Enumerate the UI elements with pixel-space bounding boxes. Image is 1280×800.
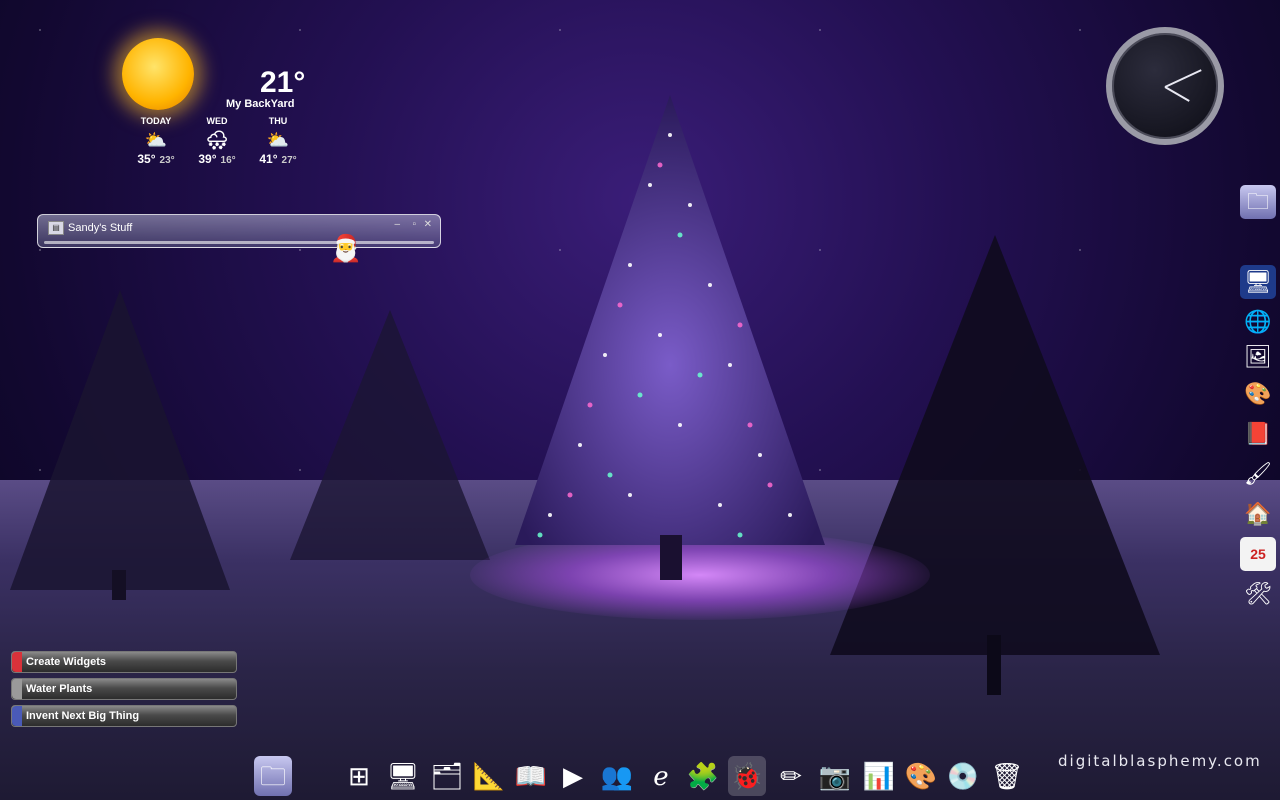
forecast-thu: THU ⛅ 41° 27° — [248, 116, 308, 166]
red-book-icon[interactable]: 📕 — [1240, 417, 1276, 451]
photo-camera-icon[interactable]: 📷 — [816, 756, 854, 796]
clock-hour-hand — [1164, 86, 1190, 102]
media-player-icon[interactable]: ▶ — [554, 756, 592, 796]
color-palette-icon[interactable]: 🎨 — [902, 756, 940, 796]
forecast-today: TODAY ⛅ 35° 23° — [126, 116, 186, 166]
minimize-icon[interactable]: – — [394, 219, 400, 230]
task-color-tab — [12, 679, 22, 699]
music-disc-icon[interactable]: 💿 — [944, 756, 982, 796]
santa-icon[interactable]: 🎅 — [328, 228, 364, 268]
s-monitor-icon[interactable]: 🖥 — [1240, 265, 1276, 299]
compass-icon[interactable]: 📐 — [470, 756, 508, 796]
partly-sunny-icon: ⛅ — [144, 130, 168, 150]
weather-widget[interactable]: 21° My BackYard TODAY ⛅ 35° 23° WED 🌨 39°… — [110, 30, 320, 180]
ladybug-icon[interactable]: 🐞 — [728, 756, 766, 796]
task-water-plants[interactable]: Water Plants — [11, 678, 237, 700]
pine-tree-left-2 — [290, 310, 490, 560]
forecast-day: WED — [206, 116, 228, 126]
forecast-low: 16° — [220, 155, 236, 166]
pine-tree-left — [10, 290, 230, 600]
folder-icon[interactable]: 🗀 — [254, 756, 292, 796]
sun-icon — [122, 38, 194, 110]
task-invent-next-big-thing[interactable]: Invent Next Big Thing — [11, 705, 237, 727]
app-window-icon: ▤ — [48, 221, 64, 235]
brand-watermark: digitalblasphemy.com — [1058, 752, 1262, 770]
pine-tree-right — [830, 235, 1160, 695]
task-color-tab — [12, 706, 22, 726]
weather-location: My BackYard — [226, 98, 295, 110]
network-globe-icon[interactable]: 🌐 — [1240, 305, 1276, 339]
puzzle-icon[interactable]: 🧩 — [684, 756, 722, 796]
forecast-low: 23° — [159, 155, 175, 166]
paint-palette-icon[interactable]: 🎨 — [1240, 377, 1276, 411]
task-label: Water Plants — [26, 683, 93, 695]
task-color-tab — [12, 652, 22, 672]
maximize-icon[interactable]: ▫ — [412, 219, 416, 230]
task-label: Create Widgets — [26, 656, 106, 668]
messenger-people-icon[interactable]: 👥 — [598, 756, 636, 796]
task-create-widgets[interactable]: Create Widgets — [11, 651, 237, 673]
paint-picture-icon[interactable]: 🖌 — [1240, 457, 1276, 491]
forecast-day: THU — [268, 116, 288, 126]
blue-tools-icon[interactable]: 🛠 — [1240, 577, 1276, 611]
forecast-low: 27° — [281, 155, 297, 166]
forecast-high: 39° — [198, 152, 217, 166]
photo-frame-icon[interactable]: 🏠 — [1240, 497, 1276, 531]
monitor-icon[interactable]: 🖥 — [384, 756, 422, 796]
forecast-day: TODAY — [140, 116, 172, 126]
internet-explorer-icon[interactable]: ℯ — [642, 756, 680, 796]
progress-bar — [44, 241, 434, 244]
sandys-stuff-widget[interactable]: ▤ Sandy's Stuff – ▫ ✕ — [37, 214, 441, 248]
forecast-high: 41° — [259, 152, 278, 166]
clock-minute-hand — [1164, 69, 1202, 88]
chart-icon[interactable]: 📊 — [860, 756, 898, 796]
partly-sunny-icon: ⛅ — [266, 130, 290, 150]
analog-clock[interactable] — [1106, 27, 1224, 145]
documents-icon[interactable]: 🗂 — [428, 756, 466, 796]
windows-logo-icon[interactable]: ⊞ — [340, 756, 378, 796]
forecast-wed: WED 🌨 39° 16° — [187, 116, 247, 166]
forecast-high: 35° — [137, 152, 156, 166]
open-book-icon[interactable]: 📖 — [512, 756, 550, 796]
christmas-tree — [515, 95, 825, 580]
snow-cloud-icon: 🌨 — [205, 130, 229, 150]
folder-icon[interactable]: 🗀 — [1240, 185, 1276, 219]
close-icon[interactable]: ✕ — [424, 219, 432, 230]
picture-monitor-icon[interactable]: 🖼 — [1240, 340, 1276, 374]
pencil-cup-icon[interactable]: ✏ — [772, 756, 810, 796]
sandys-stuff-title: Sandy's Stuff — [68, 222, 133, 234]
calendar-25-icon[interactable]: 25 — [1240, 537, 1276, 571]
current-temperature: 21° — [260, 66, 306, 99]
task-label: Invent Next Big Thing — [26, 710, 140, 722]
trash-can-icon[interactable]: 🗑 — [988, 756, 1026, 796]
